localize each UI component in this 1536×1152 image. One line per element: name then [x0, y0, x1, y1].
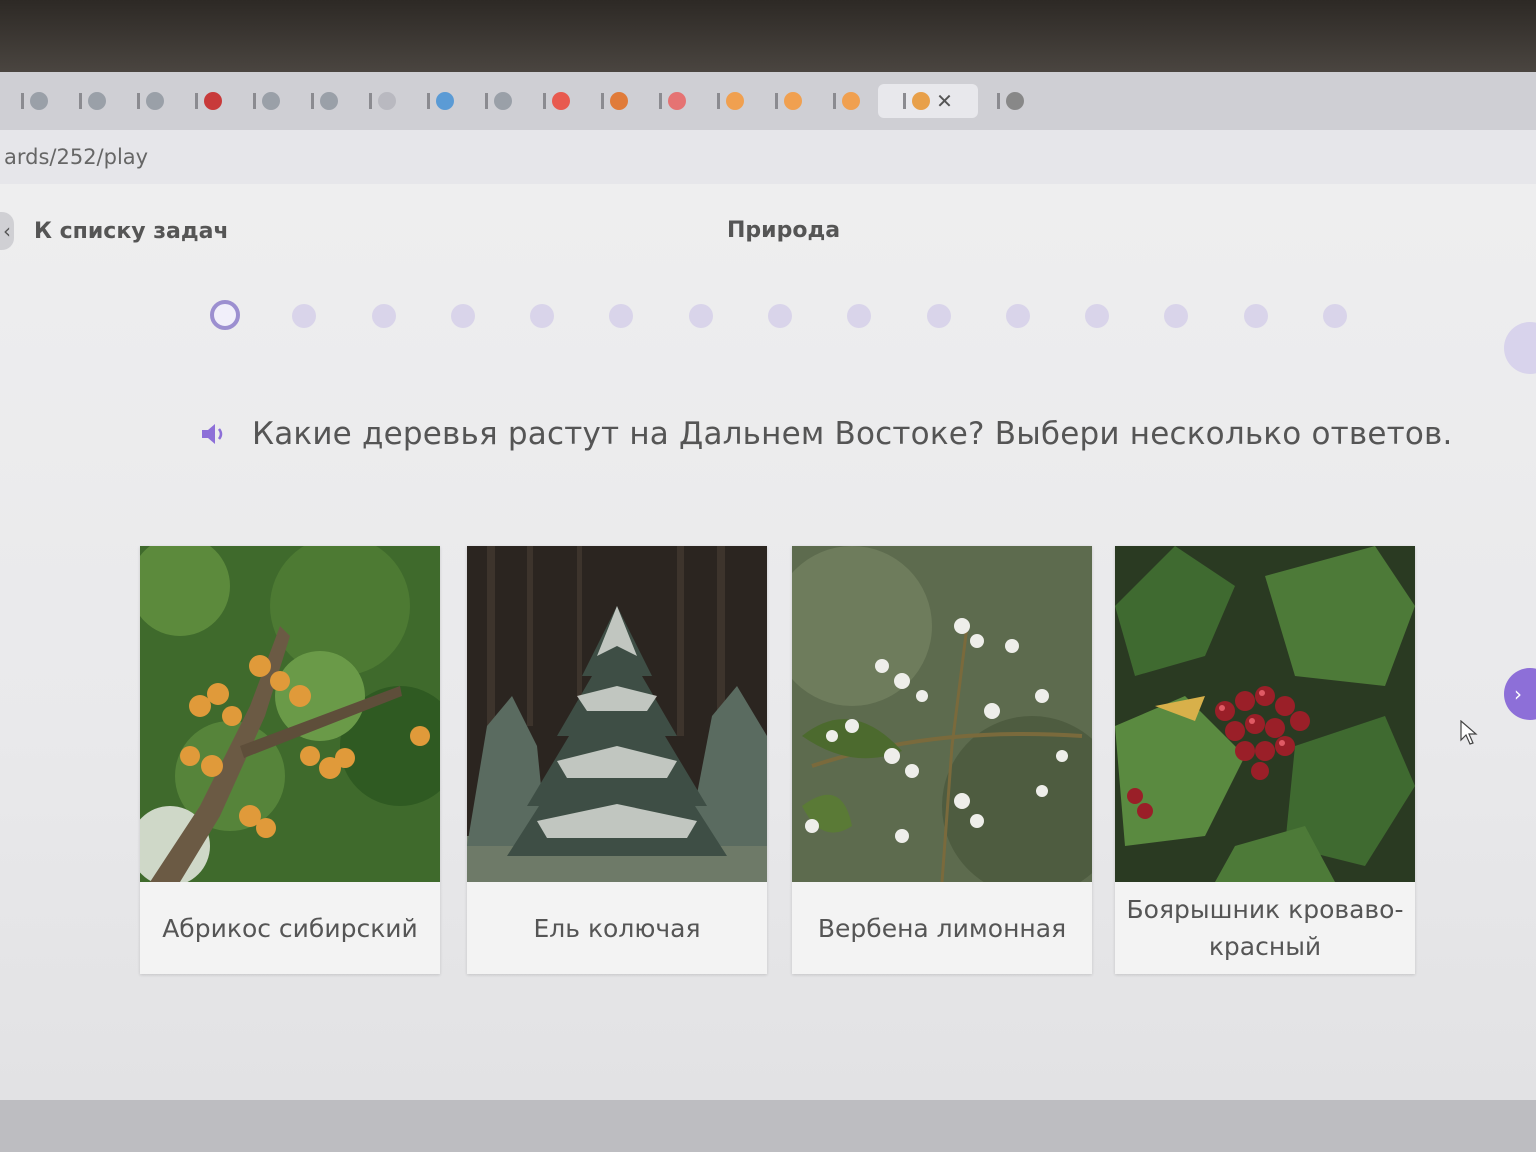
- tab-divider: [774, 93, 778, 109]
- option-label: Ель колючая: [533, 913, 701, 943]
- tab-favicon-icon: [783, 92, 802, 110]
- next-button[interactable]: ›: [1504, 668, 1536, 720]
- tab-favicon-icon: [29, 92, 48, 110]
- browser-tab[interactable]: [66, 84, 118, 118]
- tab-divider: [310, 93, 314, 109]
- option-label: Вербена лимонная: [817, 913, 1067, 943]
- tab-favicon-icon: [667, 92, 686, 110]
- progress-dot[interactable]: [292, 304, 317, 328]
- taskbar: [0, 1100, 1536, 1152]
- side-nav-button[interactable]: [1504, 322, 1536, 374]
- tab-divider: [194, 93, 198, 109]
- option-label: Боярышник кроваво-красный: [1126, 895, 1404, 961]
- browser-tab[interactable]: [820, 84, 872, 118]
- address-bar[interactable]: ards/252/play: [0, 130, 1536, 184]
- tab-favicon-icon: [145, 92, 164, 110]
- tab-divider: [252, 93, 256, 109]
- tab-divider: [484, 93, 488, 109]
- browser-tab[interactable]: [124, 84, 176, 118]
- browser-tab[interactable]: [8, 84, 60, 118]
- browser-tab[interactable]: [704, 84, 756, 118]
- progress-dot[interactable]: [768, 304, 792, 328]
- browser-tab[interactable]: [182, 84, 234, 118]
- tab-favicon-icon: [725, 92, 744, 110]
- chevron-left-icon: ‹: [0, 212, 14, 250]
- page-title: Природа: [727, 218, 841, 243]
- tab-divider: [136, 93, 140, 109]
- tab-divider: [658, 93, 662, 109]
- progress-dot[interactable]: [1005, 304, 1030, 328]
- tab-divider: [600, 93, 604, 109]
- tab-favicon-icon: [203, 92, 222, 110]
- tab-favicon-icon: [377, 92, 396, 110]
- question: Какие деревья растут на Дальнем Востоке?…: [200, 416, 1453, 452]
- progress-dot[interactable]: [847, 304, 872, 328]
- tab-divider: [542, 93, 546, 109]
- tab-divider: [903, 93, 907, 109]
- option-card-hawthorn[interactable]: Боярышник кроваво-красный: [1115, 546, 1415, 974]
- url-text: ards/252/play: [4, 145, 149, 169]
- browser-tab[interactable]: [984, 84, 1036, 118]
- browser-tab[interactable]: [646, 84, 698, 118]
- arrow-right-icon: ›: [1514, 682, 1522, 706]
- tab-favicon-icon: [319, 92, 338, 110]
- back-label: К списку задач: [34, 218, 229, 244]
- progress-dot[interactable]: [1164, 304, 1189, 328]
- option-card-verbena[interactable]: Вербена лимонная: [792, 546, 1092, 974]
- tab-divider: [78, 93, 82, 109]
- tab-close-icon[interactable]: ✕: [936, 89, 953, 113]
- progress-dot[interactable]: [926, 304, 951, 328]
- tab-favicon-icon: [87, 92, 106, 110]
- spruce-tree-photo: [467, 546, 767, 882]
- progress-dots: [210, 296, 1347, 336]
- progress-dot[interactable]: [450, 304, 475, 328]
- tab-favicon-icon: [435, 92, 454, 110]
- browser-tab[interactable]: [414, 84, 466, 118]
- tab-divider: [368, 93, 372, 109]
- tab-favicon-icon: [609, 92, 628, 110]
- verbena-photo: [792, 546, 1092, 882]
- progress-dot[interactable]: [1243, 304, 1268, 328]
- progress-dot[interactable]: [609, 304, 634, 328]
- mouse-cursor-icon: [1460, 719, 1478, 750]
- browser-tab[interactable]: [298, 84, 350, 118]
- progress-dot[interactable]: [1085, 304, 1110, 328]
- back-to-task-list-button[interactable]: ‹ К списку задач: [0, 212, 229, 250]
- apricot-tree-photo: [140, 546, 440, 882]
- tab-favicon-icon: [1005, 92, 1024, 110]
- browser-tab[interactable]: [472, 84, 524, 118]
- progress-dot[interactable]: [1323, 304, 1347, 328]
- question-text: Какие деревья растут на Дальнем Востоке?…: [252, 416, 1453, 452]
- tab-favicon-icon: [493, 92, 512, 110]
- browser-tab[interactable]: [762, 84, 814, 118]
- tab-favicon-icon: [841, 92, 860, 110]
- tab-divider: [832, 93, 836, 109]
- browser-tab[interactable]: ✕: [878, 84, 978, 118]
- progress-dot[interactable]: [371, 304, 396, 328]
- tab-favicon-icon: [912, 92, 931, 110]
- tab-favicon-icon: [261, 92, 280, 110]
- browser-tab[interactable]: [588, 84, 640, 118]
- speaker-icon[interactable]: [200, 422, 230, 446]
- option-card-apricot[interactable]: Абрикос сибирский: [140, 546, 440, 974]
- browser-tab[interactable]: [240, 84, 292, 118]
- tab-favicon-icon: [551, 92, 570, 110]
- browser-tab-strip: ✕: [0, 72, 1536, 130]
- task-page: ‹ К списку задач Природа › Какие деревья…: [0, 184, 1536, 1100]
- monitor-bezel: [0, 0, 1536, 72]
- answer-options: Абрикос сибирский Ель колючая Вербена ли…: [140, 546, 1415, 976]
- hawthorn-photo: [1115, 546, 1415, 882]
- option-card-spruce[interactable]: Ель колючая: [467, 546, 767, 974]
- tab-divider: [996, 93, 1000, 109]
- tab-divider: [426, 93, 430, 109]
- progress-dot[interactable]: [530, 304, 555, 328]
- browser-tab[interactable]: [356, 84, 408, 118]
- tab-divider: [716, 93, 720, 109]
- progress-dot[interactable]: [688, 304, 713, 328]
- progress-dot[interactable]: [210, 300, 240, 330]
- tab-divider: [20, 93, 24, 109]
- option-label: Абрикос сибирский: [162, 913, 418, 943]
- browser-tab[interactable]: [530, 84, 582, 118]
